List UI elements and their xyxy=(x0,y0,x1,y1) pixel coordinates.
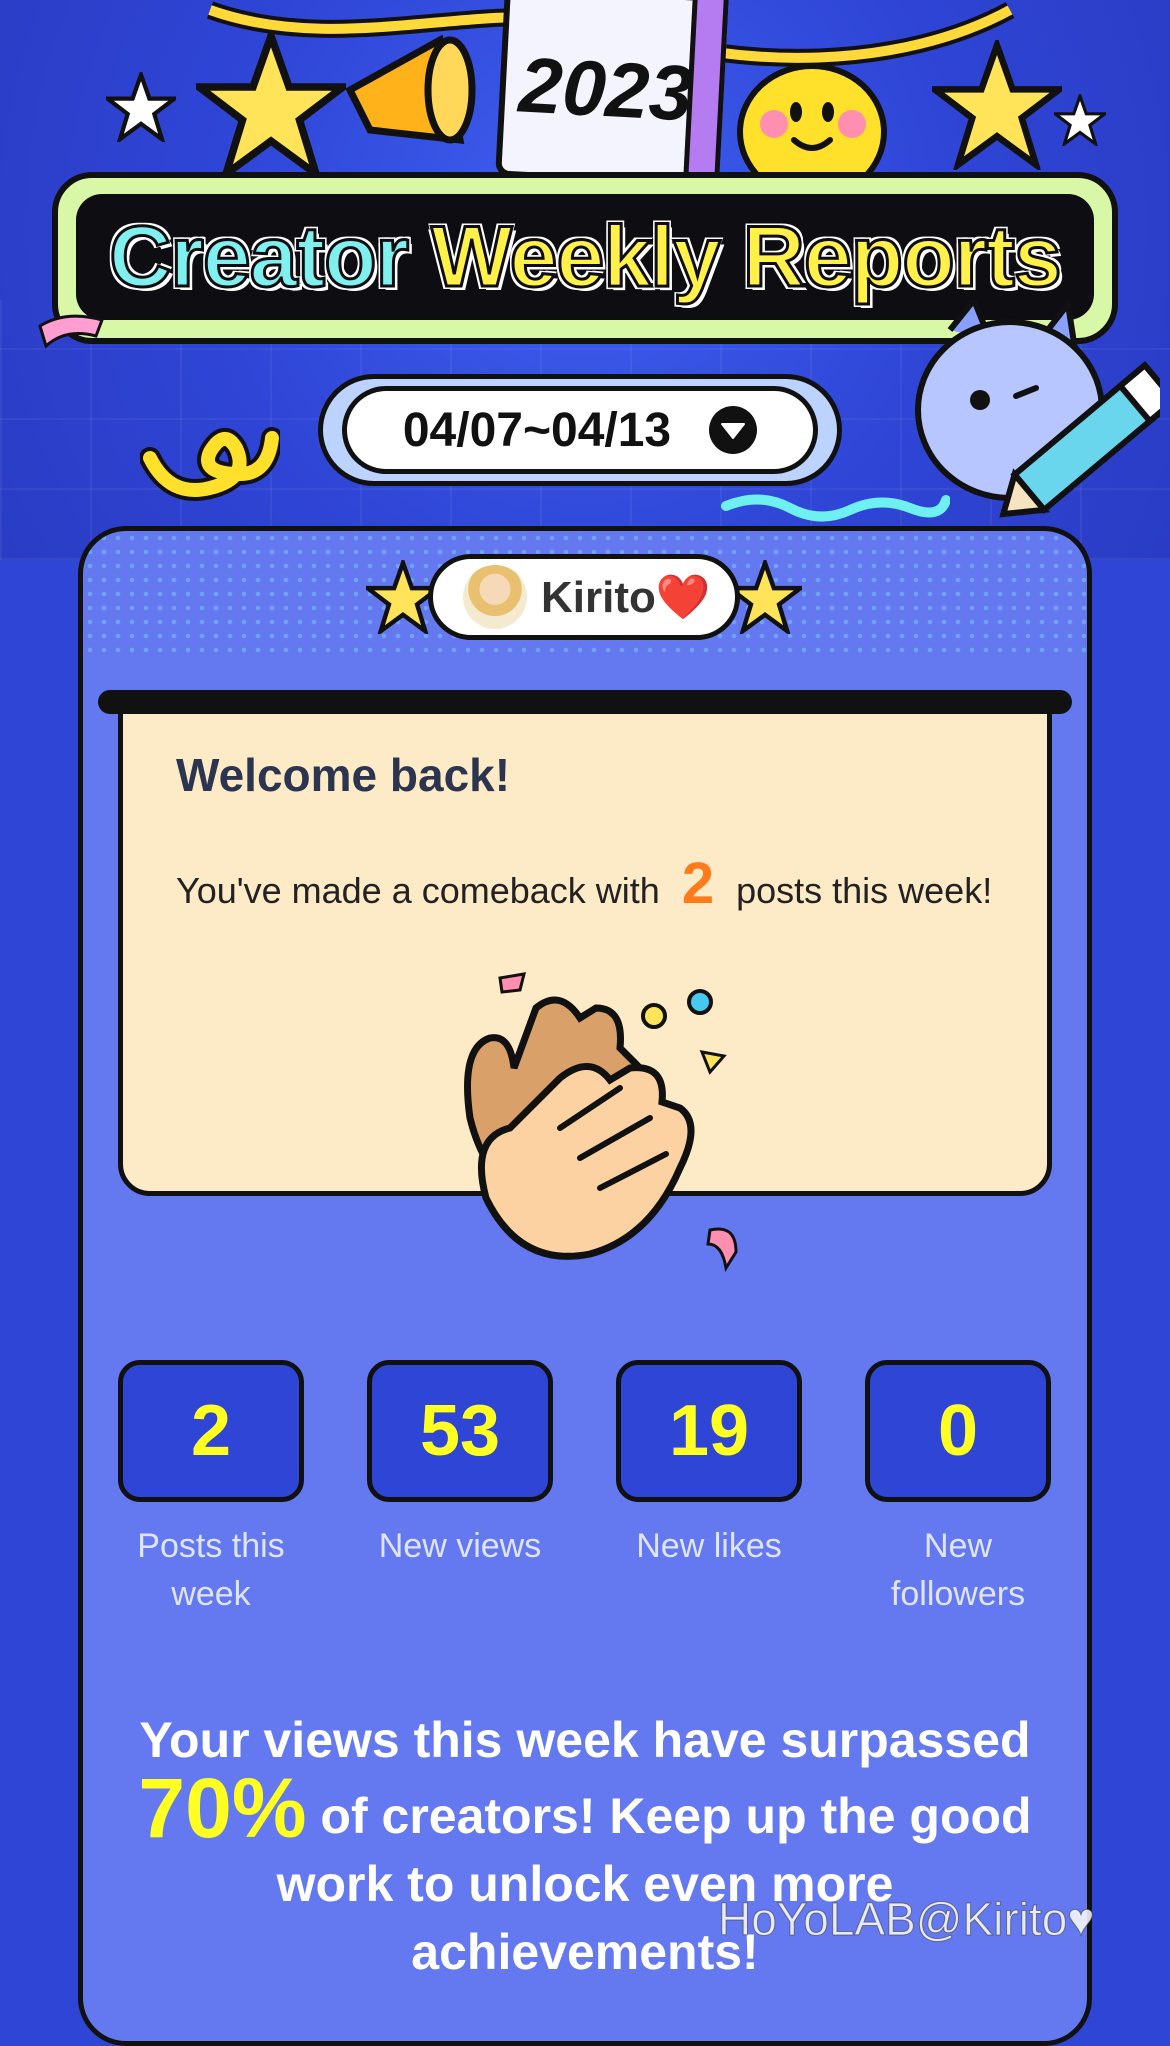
mascot-with-pencil xyxy=(915,300,1160,518)
clapping-hands-icon xyxy=(464,972,738,1273)
welcome-message-end: posts this week! xyxy=(736,870,993,911)
welcome-panel-rod xyxy=(98,690,1072,714)
calendar-card: 2023 xyxy=(495,0,730,193)
stat-followers-label: New followers xyxy=(890,1527,1026,1613)
megaphone-icon xyxy=(345,34,476,145)
summary-percent: 70% xyxy=(138,1761,307,1855)
year-label: 2023 xyxy=(516,40,695,138)
stat-likes-value: 19 xyxy=(668,1391,750,1471)
summary-end: of creators! Keep up the good work to un… xyxy=(276,1788,1032,1980)
welcome-title: Welcome back! xyxy=(176,749,511,801)
username: Kirito❤️ xyxy=(541,573,711,622)
stat-followers-box: 0 xyxy=(865,1360,1051,1502)
stat-views-value: 53 xyxy=(419,1391,501,1471)
date-range-selector[interactable]: 04/07~04/13 xyxy=(342,386,818,474)
star-icon xyxy=(106,72,176,142)
swirl-decoration xyxy=(140,427,280,501)
page-title: Creator Weekly Reports xyxy=(108,207,1064,307)
title-word-creator: Creator xyxy=(108,207,411,306)
welcome-message: You've made a comeback with 2 posts this… xyxy=(176,850,992,917)
stat-likes-label: New likes xyxy=(636,1527,782,1565)
confetti-decoration xyxy=(38,314,104,349)
welcome-posts-count: 2 xyxy=(681,851,715,916)
date-range-label: 04/07~04/13 xyxy=(402,403,672,457)
header-banner: 2023 Creator Weekly Reports 04/07~04/13 xyxy=(0,0,1170,560)
summary-start: Your views this week have surpassed xyxy=(139,1712,1031,1768)
title-word-weekly-reports: Weekly Reports xyxy=(430,207,1064,306)
stat-views-label: New views xyxy=(378,1527,542,1565)
stat-posts-box: 2 xyxy=(118,1360,304,1502)
stat-likes-box: 19 xyxy=(616,1360,802,1502)
user-badge: Kirito❤️ xyxy=(428,554,740,640)
stat-views-box: 53 xyxy=(367,1360,553,1502)
chevron-down-icon xyxy=(709,406,758,454)
avatar xyxy=(463,565,527,629)
stat-posts-value: 2 xyxy=(190,1391,232,1471)
welcome-message-start: You've made a comeback with xyxy=(176,870,660,911)
watermark: HoYoLAB@Kirito♥ xyxy=(718,1893,1096,1946)
smiley-face-icon xyxy=(737,63,887,192)
stat-posts-label: Posts this week xyxy=(137,1527,285,1613)
stat-followers-value: 0 xyxy=(937,1391,979,1471)
